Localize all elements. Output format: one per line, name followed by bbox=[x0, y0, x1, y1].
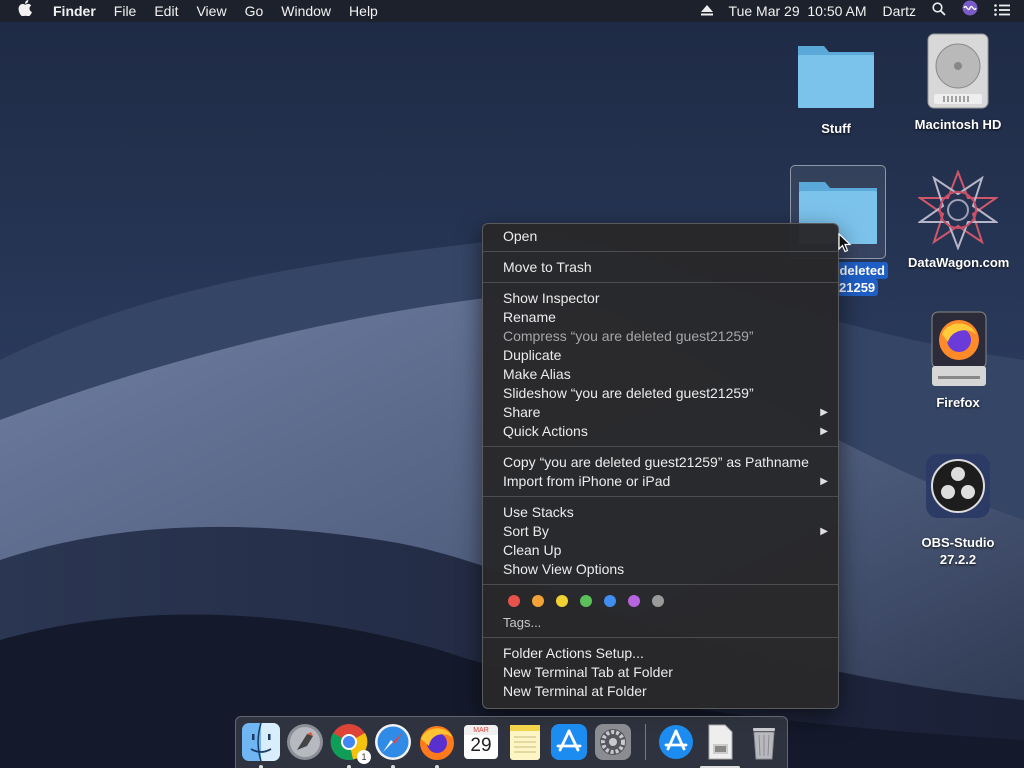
eject-icon[interactable] bbox=[693, 0, 721, 22]
firefox-dmg-icon bbox=[918, 310, 998, 390]
menu-item-copy-pathname[interactable]: Copy “you are deleted guest21259” as Pat… bbox=[483, 453, 838, 472]
menu-item-label: Quick Actions bbox=[503, 423, 588, 439]
dock-launchpad-icon[interactable] bbox=[285, 722, 325, 762]
dock-safari-icon[interactable] bbox=[373, 722, 413, 768]
clock[interactable]: Tue Mar 29 10:50 AM bbox=[721, 0, 875, 22]
menu-item-new-terminal[interactable]: New Terminal at Folder bbox=[483, 682, 838, 701]
notification-center-icon[interactable] bbox=[986, 0, 1024, 22]
hard-drive-icon bbox=[918, 32, 998, 112]
menu-item-slideshow[interactable]: Slideshow “you are deleted guest21259” bbox=[483, 384, 838, 403]
apple-menu-icon[interactable] bbox=[0, 0, 44, 23]
dock-separator bbox=[645, 724, 646, 760]
menu-item-quick-actions[interactable]: Quick Actions ▶ bbox=[483, 422, 838, 441]
dock-calendar-icon[interactable]: MAR 29 bbox=[461, 722, 501, 762]
desktop-icon-stuff[interactable]: Stuff bbox=[786, 36, 886, 137]
desktop-icon-obs[interactable]: OBS-Studio 27.2.2 bbox=[908, 450, 1008, 568]
calendar-day: 29 bbox=[470, 735, 492, 756]
menu-item-open[interactable]: Open bbox=[483, 227, 838, 246]
obs-logo-icon bbox=[918, 450, 998, 530]
context-menu: Open Move to Trash Show Inspector Rename… bbox=[482, 223, 839, 709]
menu-item-clean-up[interactable]: Clean Up bbox=[483, 541, 838, 560]
datawagon-logo-icon bbox=[916, 169, 1000, 251]
siri-icon[interactable] bbox=[954, 0, 986, 22]
chrome-download-badge: 1 bbox=[357, 750, 371, 764]
menu-item-import-iphone[interactable]: Import from iPhone or iPad ▶ bbox=[483, 472, 838, 491]
dock-chrome-icon[interactable]: 1 bbox=[329, 722, 371, 768]
desktop-icon-datawagon[interactable]: DataWagon.com bbox=[908, 169, 1010, 271]
menu-window[interactable]: Window bbox=[272, 0, 340, 22]
menu-edit[interactable]: Edit bbox=[145, 0, 187, 22]
menu-item-label: Share bbox=[503, 404, 541, 420]
menu-item-new-terminal-tab[interactable]: New Terminal Tab at Folder bbox=[483, 663, 838, 682]
dock-notes-icon[interactable] bbox=[505, 722, 545, 762]
menu-item-use-stacks[interactable]: Use Stacks bbox=[483, 503, 838, 522]
menu-view[interactable]: View bbox=[187, 0, 235, 22]
desktop-icon-firefox[interactable]: Firefox bbox=[908, 310, 1008, 411]
desktop-icon-label: DataWagon.com bbox=[908, 255, 1010, 270]
tag-green[interactable] bbox=[580, 595, 592, 607]
desktop-icon-label: OBS-Studio 27.2.2 bbox=[921, 535, 995, 567]
dock-firefox-icon[interactable] bbox=[417, 722, 457, 768]
menu-bar: Finder File Edit View Go Window Help Tue… bbox=[0, 0, 1024, 22]
tag-purple[interactable] bbox=[628, 595, 640, 607]
dock-system-preferences-icon[interactable] bbox=[593, 722, 633, 762]
menu-item-compress[interactable]: Compress “you are deleted guest21259” bbox=[483, 327, 838, 346]
menu-item-rename[interactable]: Rename bbox=[483, 308, 838, 327]
desktop-icon-macintosh-hd[interactable]: Macintosh HD bbox=[908, 32, 1008, 133]
tag-gray[interactable] bbox=[652, 595, 664, 607]
dock-app-store-download-icon[interactable] bbox=[656, 722, 696, 762]
menu-help[interactable]: Help bbox=[340, 0, 387, 22]
tag-blue[interactable] bbox=[604, 595, 616, 607]
menu-item-share[interactable]: Share ▶ bbox=[483, 403, 838, 422]
menu-separator bbox=[483, 282, 838, 283]
menu-item-show-inspector[interactable]: Show Inspector bbox=[483, 289, 838, 308]
desktop-icon-label: Stuff bbox=[821, 121, 851, 136]
submenu-arrow-icon: ▶ bbox=[820, 526, 828, 537]
desktop-icon-label: Firefox bbox=[936, 395, 980, 410]
dock-finder-icon[interactable] bbox=[241, 722, 281, 768]
menu-separator bbox=[483, 496, 838, 497]
tag-red[interactable] bbox=[508, 595, 520, 607]
menu-item-duplicate[interactable]: Duplicate bbox=[483, 346, 838, 365]
tag-yellow[interactable] bbox=[556, 595, 568, 607]
submenu-arrow-icon: ▶ bbox=[820, 426, 828, 437]
menu-item-label: Sort By bbox=[503, 523, 549, 539]
menu-separator bbox=[483, 637, 838, 638]
submenu-arrow-icon: ▶ bbox=[820, 476, 828, 487]
dock-trash-icon[interactable] bbox=[744, 722, 784, 762]
desktop-icon-label: Macintosh HD bbox=[914, 117, 1002, 132]
user-menu[interactable]: Dartz bbox=[875, 0, 924, 22]
menu-separator bbox=[483, 446, 838, 447]
menu-item-label: Import from iPhone or iPad bbox=[503, 473, 671, 489]
tag-orange[interactable] bbox=[532, 595, 544, 607]
menu-item-sort-by[interactable]: Sort By ▶ bbox=[483, 522, 838, 541]
calendar-month: MAR bbox=[473, 727, 489, 734]
menu-item-tags[interactable]: Tags... bbox=[483, 613, 838, 632]
menu-separator bbox=[483, 584, 838, 585]
menu-separator bbox=[483, 251, 838, 252]
mouse-pointer-icon bbox=[838, 232, 852, 253]
menu-file[interactable]: File bbox=[105, 0, 146, 22]
menu-item-move-to-trash[interactable]: Move to Trash bbox=[483, 258, 838, 277]
folder-icon bbox=[796, 36, 876, 116]
menu-item-make-alias[interactable]: Make Alias bbox=[483, 365, 838, 384]
submenu-arrow-icon: ▶ bbox=[820, 407, 828, 418]
spotlight-search-icon[interactable] bbox=[924, 0, 954, 22]
dock-downloads-stack-icon[interactable] bbox=[700, 722, 740, 768]
menu-item-show-view-options[interactable]: Show View Options bbox=[483, 560, 838, 579]
menu-go[interactable]: Go bbox=[236, 0, 273, 22]
dock: 1 MAR 29 bbox=[235, 716, 788, 768]
menu-item-folder-actions[interactable]: Folder Actions Setup... bbox=[483, 644, 838, 663]
tag-color-row bbox=[483, 591, 838, 611]
app-menu-finder[interactable]: Finder bbox=[44, 0, 105, 22]
dock-app-store-icon[interactable] bbox=[549, 722, 589, 762]
